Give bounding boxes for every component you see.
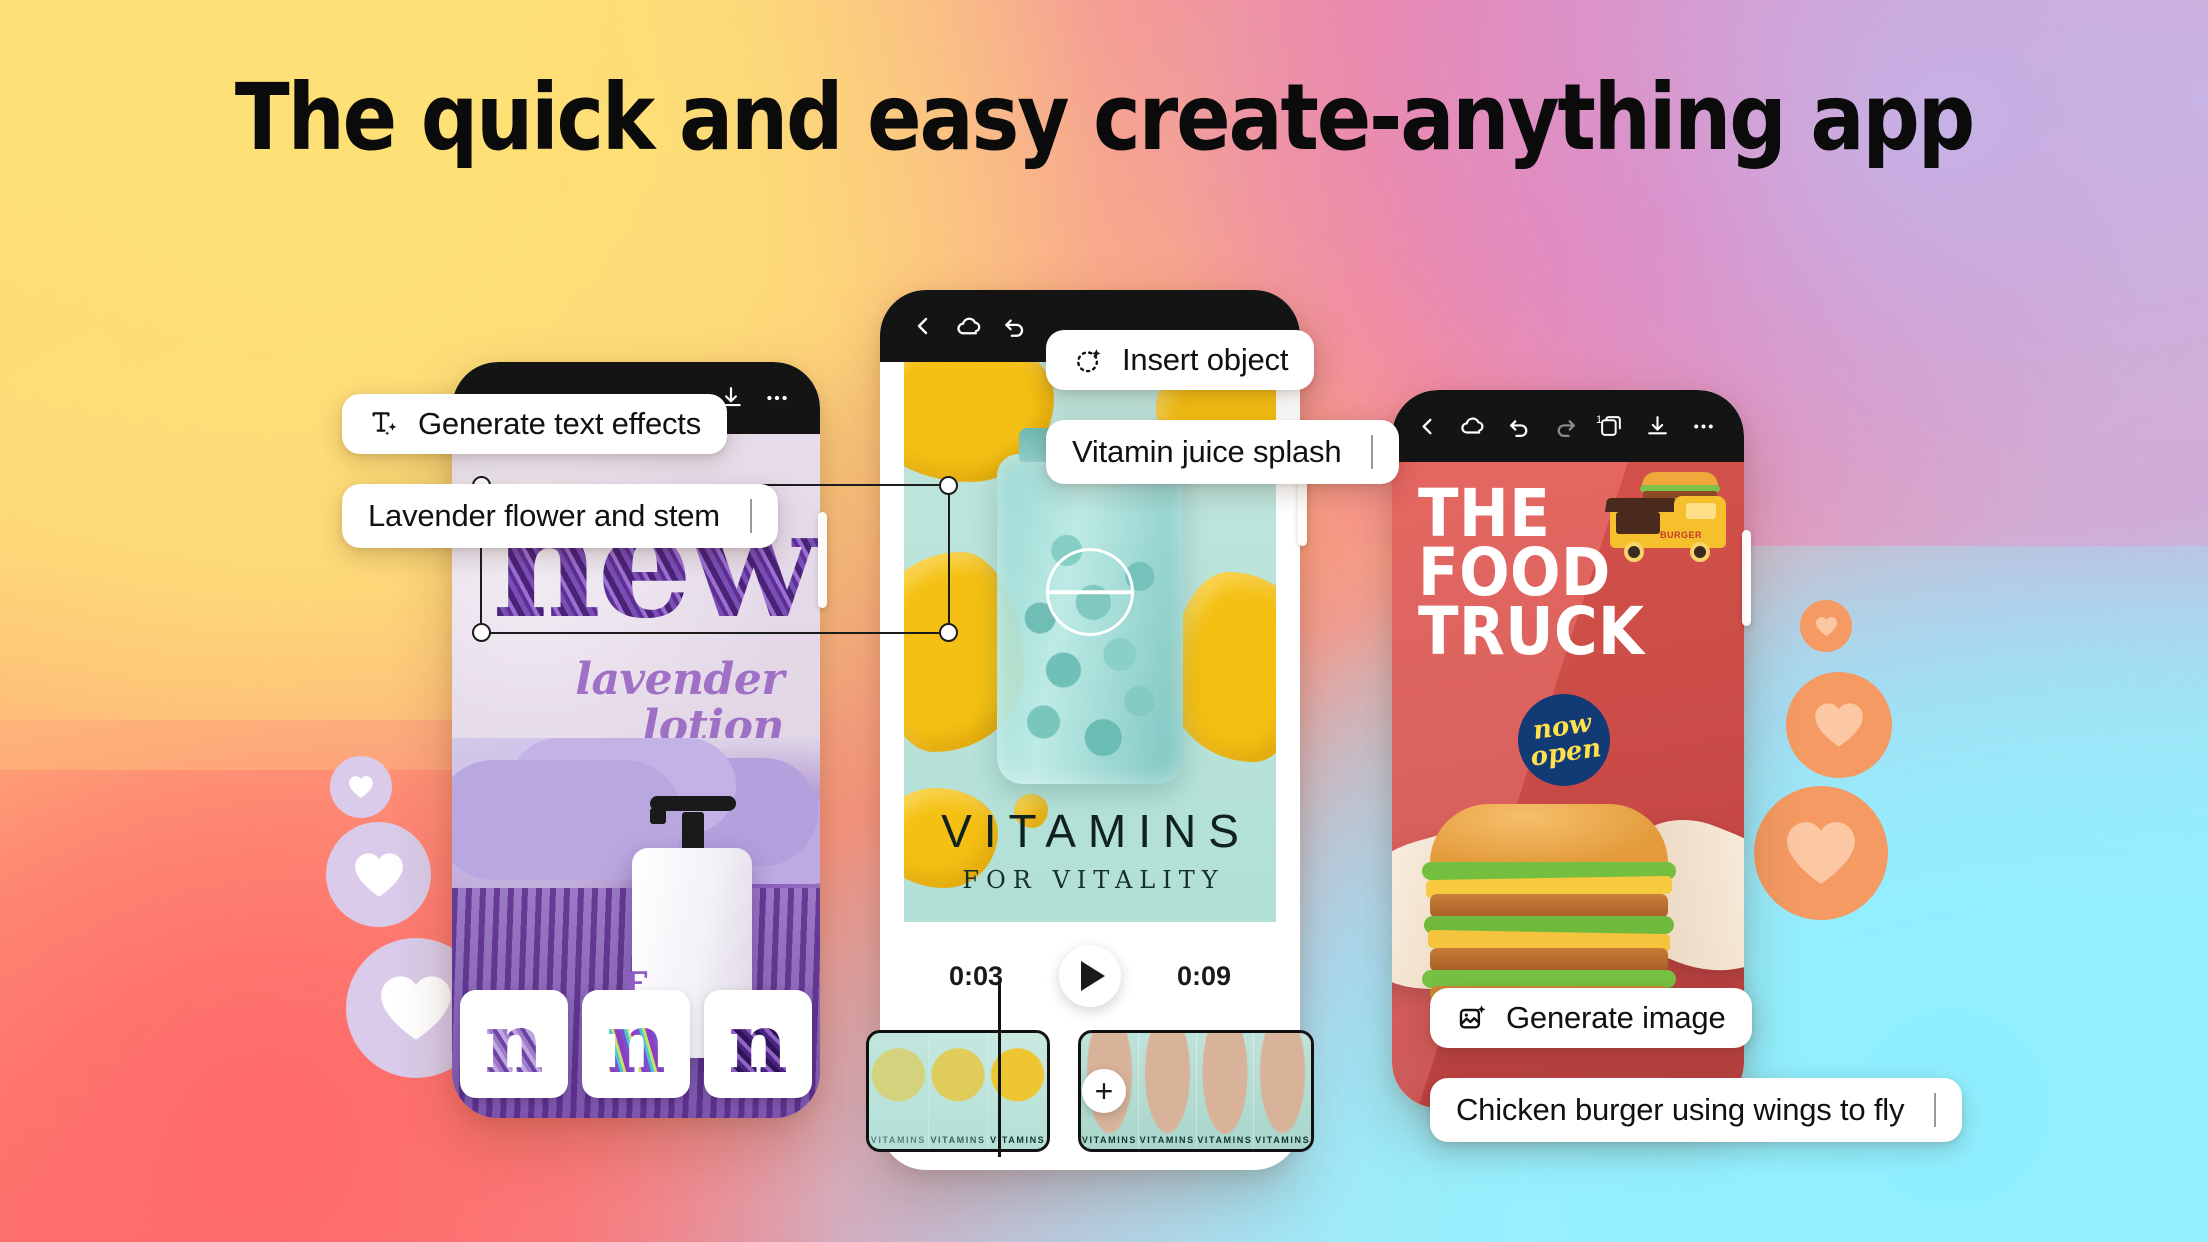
timeline-frame[interactable]: VITAMINS xyxy=(928,1033,989,1149)
text-cursor-icon xyxy=(749,499,752,533)
text-style-thumbnail-1-label: n xyxy=(484,996,544,1092)
lotion-pump-graphic xyxy=(650,790,736,856)
back-chevron-icon[interactable] xyxy=(900,303,946,349)
timeline-frame-caption: VITAMINS xyxy=(1197,1135,1253,1145)
more-options-icon[interactable] xyxy=(754,375,800,421)
pill-chicken-burger-prompt-label: Chicken burger using wings to fly xyxy=(1456,1092,1905,1127)
now-open-badge: now open xyxy=(1512,688,1616,792)
timeline-frame-caption: VITAMINS xyxy=(930,1135,986,1145)
text-effects-icon xyxy=(368,407,402,441)
lavender-subtitle-line1: lavender xyxy=(575,654,784,705)
pill-lavender-prompt-label: Lavender flower and stem xyxy=(368,498,720,533)
undo-icon[interactable] xyxy=(992,303,1038,349)
more-options-icon[interactable] xyxy=(1680,403,1726,449)
phone-side-button-left[interactable] xyxy=(818,512,827,608)
video-timeline: VITAMINS VITAMINS VITAMINS VITAMINS VITA… xyxy=(866,981,1314,1157)
pill-generate-text-effects[interactable]: Generate text effects xyxy=(342,394,728,454)
timeline-frame[interactable]: VITAMINS xyxy=(869,1033,929,1149)
timeline-clip-a[interactable]: VITAMINS VITAMINS VITAMINS xyxy=(866,1030,1051,1152)
text-cursor-icon xyxy=(1371,435,1374,469)
pill-lavender-prompt[interactable]: Lavender flower and stem xyxy=(342,484,778,548)
timeline-frame-caption: VITAMINS xyxy=(870,1135,926,1145)
insert-object-icon xyxy=(1072,343,1106,377)
right-phone-toolbar: 1 xyxy=(1392,390,1744,462)
play-button[interactable] xyxy=(1059,945,1121,1007)
pill-generate-image-label: Generate image xyxy=(1506,1000,1726,1035)
cloud-icon[interactable] xyxy=(1450,403,1496,449)
text-style-thumbnail-3[interactable]: n xyxy=(704,990,812,1098)
decor-bubble-medium-left xyxy=(326,822,431,927)
timeline-frame[interactable]: VITAMINS xyxy=(1138,1033,1197,1149)
timeline-playhead[interactable] xyxy=(998,981,1001,1157)
generate-image-icon xyxy=(1456,1001,1490,1035)
pill-generate-text-effects-label: Generate text effects xyxy=(418,406,702,441)
redo-icon[interactable] xyxy=(1542,403,1588,449)
pill-insert-object-label: Insert object xyxy=(1122,342,1289,377)
promo-canvas: The quick and easy create-anything app n… xyxy=(0,0,2208,1242)
pill-insert-object[interactable]: Insert object xyxy=(1046,330,1315,390)
add-clip-button[interactable]: + xyxy=(1082,1069,1126,1113)
timeline-frame-caption: VITAMINS xyxy=(1081,1135,1137,1145)
text-style-thumbnail-2[interactable]: n xyxy=(582,990,690,1098)
now-open-badge-line2: open xyxy=(1528,733,1604,773)
text-style-thumbnail-1[interactable]: n xyxy=(460,990,568,1098)
back-chevron-icon[interactable] xyxy=(1404,403,1450,449)
timeline-frame-caption: VITAMINS xyxy=(1139,1135,1195,1145)
decor-bubble-small-left xyxy=(330,756,392,818)
juice-splash-right xyxy=(1170,572,1276,762)
pill-generate-image[interactable]: Generate image xyxy=(1430,988,1752,1048)
food-truck-graphic: BURGER xyxy=(1598,472,1728,564)
download-icon[interactable] xyxy=(1634,403,1680,449)
text-cursor-icon xyxy=(1934,1093,1937,1127)
page-title: The quick and easy create-anything app xyxy=(234,64,1975,171)
layers-icon[interactable]: 1 xyxy=(1588,403,1634,449)
timeline-frame-caption: VITAMINS xyxy=(1255,1135,1311,1145)
timeline-frame[interactable]: VITAMINS xyxy=(1254,1033,1311,1149)
vitamin-jar-logo xyxy=(1046,548,1134,636)
vitamins-subtitle: FOR VITALITY xyxy=(962,866,1225,894)
pill-vitamin-prompt-label: Vitamin juice splash xyxy=(1072,434,1342,469)
phone-side-button-right[interactable] xyxy=(1742,530,1751,626)
pill-vitamin-prompt[interactable]: Vitamin juice splash xyxy=(1046,420,1400,484)
layers-count-label: 1 xyxy=(1596,414,1603,426)
play-icon xyxy=(1081,961,1105,991)
undo-icon[interactable] xyxy=(1496,403,1542,449)
food-truck-title-line3: TRUCK xyxy=(1418,593,1645,670)
decor-bubble-large-right xyxy=(1754,786,1888,920)
phone-lavender-poster: new lavender lotion ғ n n n xyxy=(452,362,958,1118)
decor-bubble-medium-right xyxy=(1786,672,1892,778)
decor-bubble-small-right xyxy=(1800,600,1852,652)
cloud-icon[interactable] xyxy=(946,303,992,349)
pill-chicken-burger-prompt[interactable]: Chicken burger using wings to fly xyxy=(1430,1078,1963,1142)
timeline-frame[interactable]: VITAMINS xyxy=(1196,1033,1255,1149)
text-style-thumbnail-2-label: n xyxy=(606,996,666,1092)
truck-burger-word: BURGER xyxy=(1660,530,1703,540)
text-style-thumbnail-row: n n n xyxy=(452,984,820,1104)
text-style-thumbnail-3-label: n xyxy=(728,996,788,1092)
vitamins-title: VITAMINS xyxy=(941,805,1251,857)
current-time-label: 0:03 xyxy=(948,960,1003,991)
total-time-label: 0:09 xyxy=(1177,960,1232,991)
video-player-controls: 0:03 0:09 xyxy=(880,930,1300,1022)
lavender-subtitle: lavender lotion xyxy=(484,656,784,750)
